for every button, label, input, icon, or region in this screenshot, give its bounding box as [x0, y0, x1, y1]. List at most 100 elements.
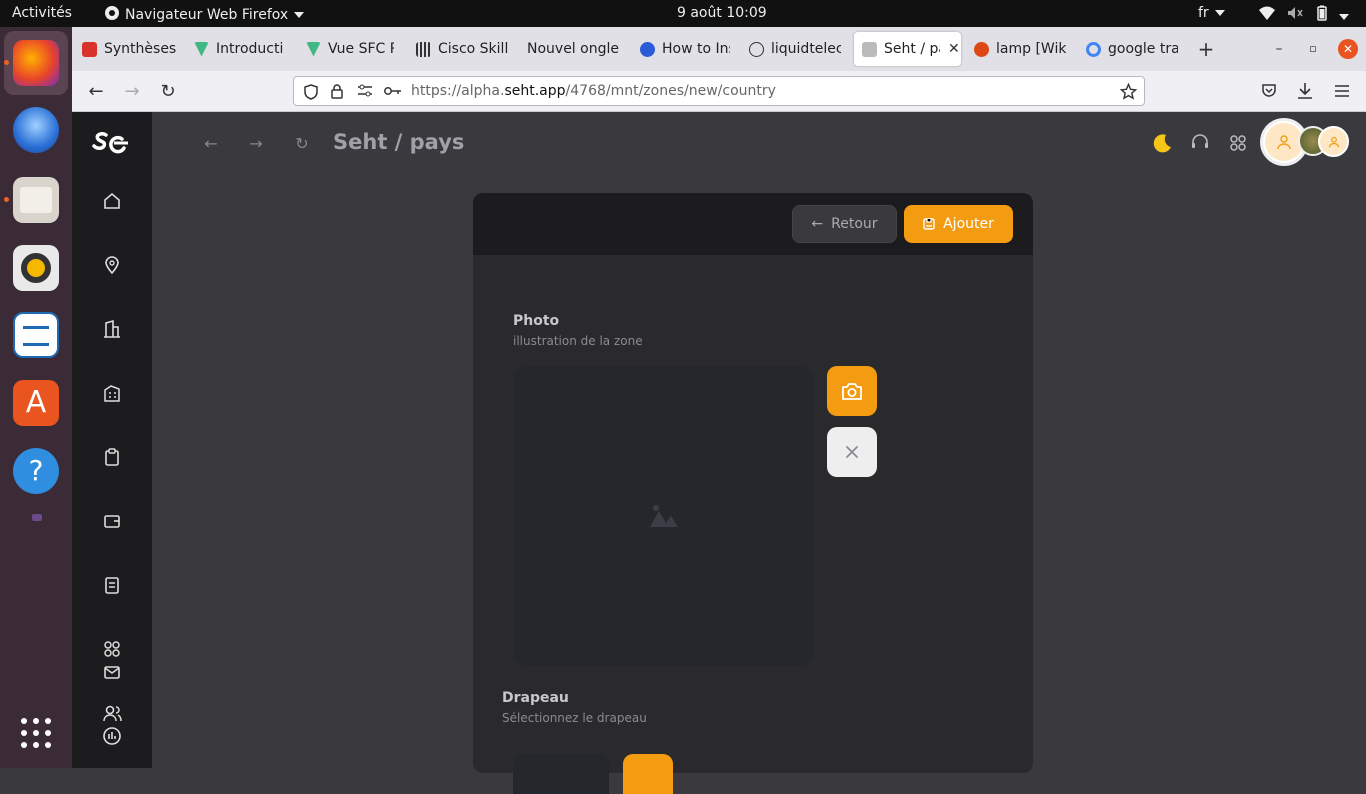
tab-how-to-install[interactable]: How to Ins: [640, 32, 730, 66]
key-icon[interactable]: [384, 85, 402, 97]
minimize-button[interactable]: –: [1267, 37, 1291, 61]
globe-favicon-icon: [640, 41, 655, 57]
app-menu-label: Navigateur Web Firefox: [125, 7, 289, 23]
show-applications-icon[interactable]: [20, 717, 52, 749]
tab-cisco[interactable]: Cisco Skills: [416, 32, 508, 66]
rhythmbox-icon[interactable]: [13, 245, 59, 291]
caret-down-icon: [294, 12, 305, 18]
user-icon: [1328, 136, 1339, 147]
photo-preview[interactable]: [513, 366, 813, 666]
seht-favicon-icon: [862, 41, 877, 57]
speaker-shape: [21, 253, 51, 283]
google-favicon-icon: [1086, 41, 1101, 57]
software-center-icon[interactable]: A: [13, 380, 59, 426]
zone-form-card: ← Retour Ajouter Photo illustration de la…: [473, 193, 1033, 794]
cisco-favicon-icon: [416, 41, 431, 57]
analytics-icon[interactable]: [102, 726, 122, 746]
new-tab-button[interactable]: +: [1194, 37, 1218, 61]
close-window-button[interactable]: ✕: [1338, 39, 1358, 59]
ubuntu-favicon-icon: [974, 41, 989, 57]
forward-arrow-icon[interactable]: →: [120, 80, 144, 104]
apps-menu-icon[interactable]: [1228, 133, 1248, 153]
user-icon: [1277, 135, 1291, 150]
apps-grid-icon[interactable]: [102, 639, 122, 659]
flag-description: Sélectionnez le drapeau: [502, 711, 647, 725]
tab-introduction[interactable]: Introducti: [194, 32, 284, 66]
card-header: ← Retour Ajouter: [473, 193, 1033, 255]
volume-muted-icon: [1288, 7, 1304, 19]
flag-label: Drapeau: [502, 690, 569, 706]
tab-label: Vue SFC Pl: [328, 41, 394, 57]
history-forward-icon[interactable]: →: [246, 134, 266, 154]
back-button-label: Retour: [831, 216, 878, 232]
close-tab-icon[interactable]: ✕: [948, 41, 960, 57]
back-button[interactable]: ← Retour: [792, 205, 897, 243]
files-icon[interactable]: [13, 177, 59, 223]
flag-upload-button[interactable]: [623, 754, 673, 794]
support-headset-icon[interactable]: [1190, 133, 1210, 153]
thunderbird-icon[interactable]: [13, 107, 59, 153]
home-icon[interactable]: [102, 191, 122, 211]
hamburger-menu-icon[interactable]: [1334, 84, 1350, 98]
writer-icon[interactable]: [13, 312, 59, 358]
tab-syntheses[interactable]: Synthèses: [82, 32, 182, 66]
vue-favicon-icon: [194, 41, 209, 57]
app-menu[interactable]: Navigateur Web Firefox: [104, 5, 305, 23]
lock-icon: [331, 84, 343, 99]
navigation-toolbar: ← → ↻ https://alpha.seht.app/4768/mnt/zo…: [72, 71, 1366, 112]
wallet-icon[interactable]: [102, 511, 122, 531]
seht-logo-icon[interactable]: [92, 129, 130, 155]
tab-label: google tra: [1108, 41, 1178, 57]
mail-icon[interactable]: [102, 662, 122, 682]
reload-icon[interactable]: ↻: [156, 80, 180, 104]
firefox-icon[interactable]: [13, 40, 59, 86]
activities-button[interactable]: Activités: [12, 5, 72, 21]
bookmark-star-icon[interactable]: [1120, 83, 1137, 100]
add-button[interactable]: Ajouter: [904, 205, 1013, 243]
history-back-icon[interactable]: ←: [201, 134, 221, 154]
office-building-icon[interactable]: [102, 383, 122, 403]
tab-label: Seht / pays: [884, 41, 940, 57]
firefox-chrome: Synthèses Introducti Vue SFC Pl Cisco Sk…: [72, 27, 1366, 112]
users-icon[interactable]: [102, 703, 122, 723]
camera-upload-button[interactable]: [827, 366, 877, 416]
tab-liquidtelecom[interactable]: liquidtelec: [749, 32, 841, 66]
add-button-label: Ajouter: [943, 216, 994, 232]
buildings-icon[interactable]: [102, 319, 122, 339]
back-arrow-icon[interactable]: ←: [84, 80, 108, 104]
tab-seht-pays[interactable]: Seht / pays ✕: [854, 32, 961, 66]
system-top-bar: Activités Navigateur Web Firefox 9 août …: [0, 0, 1366, 27]
location-pin-icon[interactable]: [102, 255, 122, 275]
tab-vue-sfc[interactable]: Vue SFC Pl: [306, 32, 394, 66]
url-bar[interactable]: https://alpha.seht.app/4768/mnt/zones/ne…: [293, 76, 1145, 106]
dock-separator-icon: [32, 514, 42, 521]
permissions-icon[interactable]: [357, 84, 373, 98]
clock[interactable]: 9 août 10:09: [677, 5, 767, 21]
help-icon[interactable]: ?: [13, 448, 59, 494]
tab-google-translate[interactable]: google tra: [1086, 32, 1178, 66]
url-path: /4768/mnt/zones/new/country: [565, 83, 776, 99]
info-favicon-icon: [749, 41, 764, 57]
document-list-icon[interactable]: [102, 575, 122, 595]
tab-label: Synthèses: [104, 41, 177, 57]
pocket-icon[interactable]: [1261, 83, 1277, 99]
refresh-icon[interactable]: ↻: [292, 134, 312, 154]
secondary-user-avatar[interactable]: [1318, 126, 1349, 157]
flag-preview[interactable]: [513, 754, 609, 794]
tab-nouvel-onglet[interactable]: Nouvel onglet: [527, 32, 619, 66]
tab-favicon-icon: [82, 41, 97, 57]
downloads-icon[interactable]: [1297, 82, 1313, 100]
dark-mode-moon-icon[interactable]: [1151, 132, 1173, 154]
writer-lines: [23, 326, 49, 346]
tab-lamp-wiki[interactable]: lamp [Wiki: [974, 32, 1066, 66]
clipboard-icon[interactable]: [102, 447, 122, 467]
maximize-button[interactable]: ▫: [1301, 37, 1325, 61]
remove-photo-button[interactable]: [827, 427, 877, 477]
language-indicator[interactable]: fr: [1198, 5, 1225, 21]
system-status-menu[interactable]: [1258, 5, 1350, 25]
firefox-app-icon: [105, 6, 119, 20]
running-indicator: [4, 197, 9, 202]
camera-icon: [842, 383, 862, 400]
close-icon: [846, 446, 858, 458]
tab-label: How to Ins: [662, 41, 730, 57]
